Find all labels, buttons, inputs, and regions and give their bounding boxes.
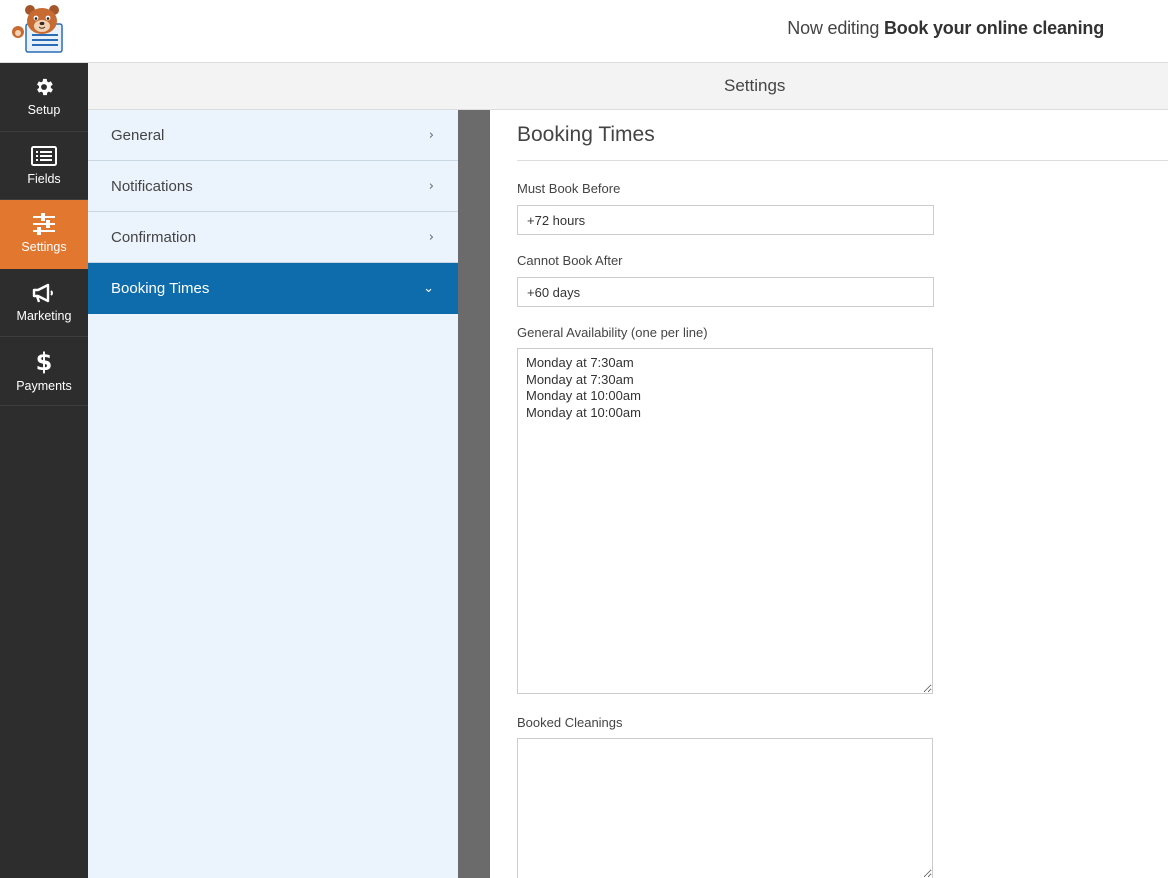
cannot-book-after-label: Cannot Book After	[517, 253, 623, 268]
general-availability-label: General Availability (one per line)	[517, 325, 708, 340]
section-item-general[interactable]: General ›	[88, 110, 458, 161]
form-name: Book your online cleaning	[883, 18, 1104, 38]
sliders-icon	[33, 213, 55, 236]
settings-sections-sidebar: General › Notifications › Confirmation ›…	[88, 110, 458, 878]
panel-divider	[458, 110, 490, 878]
must-book-before-input[interactable]	[517, 205, 934, 235]
booking-times-panel: Booking Times Must Book Before Cannot Bo…	[490, 110, 1168, 878]
nav-item-setup[interactable]: Setup	[0, 63, 88, 132]
dollar-icon: $	[36, 348, 53, 374]
nav-label-payments: Payments	[16, 379, 72, 394]
top-bar: Now editing Book your online cleaning	[0, 0, 1168, 63]
section-label-confirmation: Confirmation	[111, 228, 197, 246]
now-editing-title: Now editing Book your online cleaning	[787, 18, 1104, 39]
megaphone-icon	[32, 283, 53, 303]
chevron-down-icon: ⌄	[423, 280, 434, 296]
now-editing-prefix: Now editing	[787, 18, 880, 38]
panel-title: Settings	[724, 76, 786, 95]
panel-header: Settings	[88, 63, 1168, 110]
nav-label-marketing: Marketing	[16, 308, 72, 323]
builder-left-nav: Setup Fields Settings Marketing $ Paymen…	[0, 63, 88, 878]
section-item-notifications[interactable]: Notifications ›	[88, 161, 458, 212]
section-item-booking-times[interactable]: Booking Times ⌄	[88, 263, 458, 314]
section-title: Booking Times	[517, 123, 655, 146]
wpforms-bear-logo	[8, 4, 66, 54]
nav-label-settings: Settings	[21, 240, 67, 255]
chevron-right-icon: ›	[428, 178, 434, 194]
section-item-confirmation[interactable]: Confirmation ›	[88, 212, 458, 263]
nav-item-fields[interactable]: Fields	[0, 132, 88, 200]
nav-item-marketing[interactable]: Marketing	[0, 269, 88, 337]
nav-item-settings[interactable]: Settings	[0, 200, 88, 269]
must-book-before-label: Must Book Before	[517, 181, 621, 196]
svg-text:$: $	[36, 348, 53, 374]
chevron-right-icon: ›	[428, 127, 434, 143]
section-label-booking-times: Booking Times	[111, 279, 210, 297]
nav-label-setup: Setup	[27, 103, 61, 118]
section-label-notifications: Notifications	[111, 177, 193, 195]
gear-icon	[37, 79, 53, 96]
title-divider	[517, 160, 1168, 161]
section-label-general: General	[111, 126, 165, 144]
cannot-book-after-input[interactable]	[517, 277, 934, 307]
nav-item-payments[interactable]: $ Payments	[0, 337, 88, 406]
chevron-right-icon: ›	[428, 229, 434, 245]
list-icon	[31, 145, 57, 166]
general-availability-textarea[interactable]: Monday at 7:30am Monday at 7:30am Monday…	[517, 348, 933, 694]
nav-label-fields: Fields	[27, 171, 61, 186]
booked-cleanings-textarea[interactable]	[517, 738, 933, 878]
booked-cleanings-label: Booked Cleanings	[517, 715, 623, 730]
